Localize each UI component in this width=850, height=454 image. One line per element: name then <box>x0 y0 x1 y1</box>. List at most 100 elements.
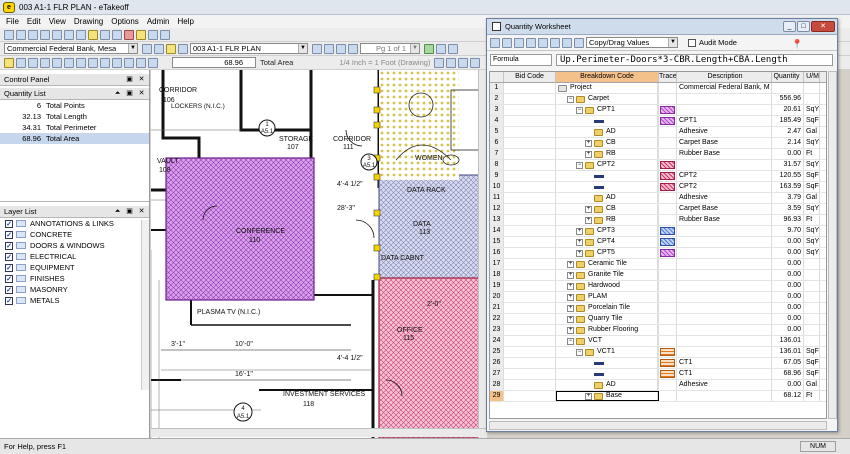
description-cell[interactable]: Commercial Federal Bank, M <box>677 83 772 93</box>
trace-cell[interactable] <box>659 380 677 390</box>
column-header-unit[interactable]: U/M <box>804 72 820 82</box>
breakdown-code-cell[interactable]: + Granite Tile <box>556 270 659 280</box>
trace-cell[interactable] <box>659 369 677 379</box>
row-number[interactable]: 3 <box>490 105 504 115</box>
breakdown-code-cell[interactable] <box>556 116 659 126</box>
breakdown-code-cell[interactable]: + RB <box>556 215 659 225</box>
breakdown-code-cell[interactable]: − Carpet <box>556 94 659 104</box>
description-cell[interactable]: CPT1 <box>677 116 772 126</box>
bid-code-cell[interactable] <box>504 237 556 247</box>
menu-admin[interactable]: Admin <box>147 17 170 26</box>
collapse-toggle-icon[interactable]: − <box>567 337 574 345</box>
quantity-cell[interactable]: 96.93 <box>772 215 804 225</box>
bid-code-cell[interactable] <box>504 248 556 258</box>
bid-code-cell[interactable] <box>504 94 556 104</box>
copy-mode-select[interactable]: Copy/Drag Values ▼ <box>586 37 678 48</box>
table-row[interactable]: 26 CT1 67.05 SqFt <box>490 358 826 369</box>
unit-cell[interactable] <box>804 303 820 313</box>
open-icon[interactable] <box>502 37 512 48</box>
table-row[interactable]: 3 − CPT1 20.61SqYd <box>490 105 826 116</box>
table-row[interactable]: 1 Project Commercial Federal Bank, M <box>490 83 826 94</box>
row-number[interactable]: 11 <box>490 193 504 203</box>
table-row[interactable]: 2 − Carpet 556.96 <box>490 94 826 105</box>
checkbox[interactable]: ✓ <box>5 296 13 305</box>
cloud-tool-icon[interactable] <box>112 57 122 68</box>
flag-icon[interactable] <box>124 29 134 40</box>
breakdown-code-cell[interactable]: + Ceramic Tile <box>556 259 659 269</box>
breakdown-code-cell[interactable]: Project <box>556 83 659 93</box>
quantity-cell[interactable]: 0.00 <box>772 292 804 302</box>
bid-code-cell[interactable] <box>504 226 556 236</box>
collapse-toggle-icon[interactable]: − <box>567 95 574 103</box>
row-number[interactable]: 27 <box>490 369 504 379</box>
layer-item[interactable]: ✓ METALS <box>0 295 149 306</box>
drawing-horizontal-scrollbar[interactable] <box>151 428 487 437</box>
checkbox[interactable]: ✓ <box>5 285 13 294</box>
text-tool-icon[interactable] <box>124 57 134 68</box>
unit-cell[interactable]: SqYd <box>804 138 820 148</box>
bid-code-cell[interactable] <box>504 83 556 93</box>
unit-cell[interactable]: SqFt <box>804 171 820 181</box>
quantity-cell[interactable]: 0.00 <box>772 303 804 313</box>
worksheet-vertical-scrollbar[interactable] <box>828 71 837 419</box>
breakdown-code-cell[interactable] <box>556 369 659 379</box>
description-cell[interactable]: CPT2 <box>677 171 772 181</box>
bid-code-cell[interactable] <box>504 325 556 335</box>
expand-toggle-icon[interactable]: + <box>576 249 583 257</box>
formula-input[interactable]: Up.Perimeter-Doors*3-CBR.Length+CBA.Leng… <box>556 54 833 66</box>
drawing-select[interactable]: 003 A1-1 FLR PLAN ▼ <box>190 43 308 54</box>
description-cell[interactable] <box>677 105 772 115</box>
column-header-trace[interactable]: Trace <box>659 72 677 82</box>
column-header-breakdown-code[interactable]: Breakdown Code <box>556 72 659 82</box>
unit-cell[interactable]: Ft <box>804 215 820 225</box>
quantity-cell[interactable]: 2.47 <box>772 127 804 137</box>
quantity-cell[interactable]: 0.00 <box>772 325 804 335</box>
description-cell[interactable]: Adhesive <box>677 193 772 203</box>
save-icon[interactable] <box>28 29 38 40</box>
breakdown-code-cell[interactable]: + Porcelain Tile <box>556 303 659 313</box>
row-number[interactable]: 12 <box>490 204 504 214</box>
row-number[interactable]: 29 <box>490 391 504 401</box>
bid-code-cell[interactable] <box>504 138 556 148</box>
row-number[interactable]: 21 <box>490 303 504 313</box>
select-arrow-icon[interactable] <box>4 57 14 68</box>
table-row[interactable]: 22 + Quarry Tile 0.00 <box>490 314 826 325</box>
project-props-icon[interactable] <box>142 43 152 54</box>
length-tool-icon[interactable] <box>40 57 50 68</box>
description-cell[interactable]: Adhesive <box>677 380 772 390</box>
print-icon[interactable] <box>574 37 584 48</box>
column-header-bid-code[interactable]: Bid Code <box>504 72 556 82</box>
layer-item[interactable]: ✓ ANNOTATIONS & LINKS <box>0 218 149 229</box>
refresh-icon[interactable] <box>424 43 434 54</box>
table-row[interactable]: 17 + Ceramic Tile 0.00 <box>490 259 826 270</box>
table-row[interactable]: 6 + CB Carpet Base2.14SqYd <box>490 138 826 149</box>
audit-mode-checkbox[interactable] <box>688 38 696 47</box>
expand-toggle-icon[interactable]: + <box>576 238 583 246</box>
row-number[interactable]: 23 <box>490 325 504 335</box>
page-select[interactable]: Pg 1 of 1 ▼ <box>360 43 420 54</box>
expand-toggle-icon[interactable]: + <box>585 216 592 224</box>
close-icon[interactable]: ✕ <box>137 75 146 84</box>
quantity-cell[interactable]: 0.00 <box>772 237 804 247</box>
expand-toggle-icon[interactable]: + <box>567 271 574 279</box>
quantity-cell[interactable]: 136.01 <box>772 347 804 357</box>
expand-toggle-icon[interactable]: + <box>585 205 592 213</box>
bid-code-cell[interactable] <box>504 292 556 302</box>
description-cell[interactable]: Adhesive <box>677 127 772 137</box>
unit-cell[interactable]: Ft <box>804 391 820 401</box>
unit-cell[interactable]: Gal <box>804 380 820 390</box>
bid-code-cell[interactable] <box>504 193 556 203</box>
trace-cell[interactable] <box>659 94 677 104</box>
quantity-cell[interactable]: 0.00 <box>772 281 804 291</box>
table-row[interactable]: 20 + PLAM 0.00 <box>490 292 826 303</box>
quantity-row-total-area[interactable]: 68.96 Total Area <box>0 133 149 144</box>
unit-cell[interactable] <box>804 314 820 324</box>
unit-cell[interactable]: SqFt <box>804 347 820 357</box>
row-number[interactable]: 15 <box>490 237 504 247</box>
description-cell[interactable]: Rubber Base <box>677 149 772 159</box>
print-icon[interactable] <box>100 29 110 40</box>
quantity-cell[interactable]: 163.59 <box>772 182 804 192</box>
description-cell[interactable] <box>677 237 772 247</box>
quantity-cell[interactable]: 185.49 <box>772 116 804 126</box>
breakdown-code-cell[interactable]: + Quarry Tile <box>556 314 659 324</box>
